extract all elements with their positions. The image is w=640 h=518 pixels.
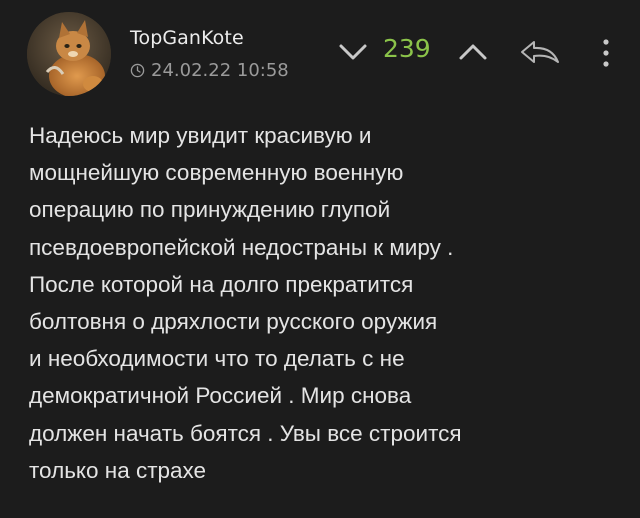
- avatar[interactable]: [27, 12, 111, 96]
- chevron-up-icon[interactable]: [457, 40, 489, 64]
- comment-card: TopGanKote 24.02.22 10:58 239 Надеюсь ми…: [0, 0, 640, 518]
- comment-body-line: демократичной Россией . Мир снова: [29, 383, 412, 409]
- comment-body-line: После которой на долго прекратится: [29, 271, 414, 297]
- comment-body-line: только на страхе: [29, 457, 207, 483]
- author-username[interactable]: TopGanKote: [130, 27, 244, 49]
- comment-header: TopGanKote 24.02.22 10:58 239: [0, 0, 640, 100]
- reply-arrow-icon[interactable]: [518, 36, 562, 68]
- comment-rating: 239: [383, 34, 431, 63]
- timestamp-row: 24.02.22 10:58: [130, 60, 289, 81]
- clock-icon: [130, 63, 145, 78]
- comment-body-line: и необходимости что то делать с не: [29, 346, 405, 372]
- comment-body-line: должен начать боятся . Увы все строится: [29, 420, 462, 446]
- comment-timestamp: 24.02.22 10:58: [151, 60, 289, 81]
- comment-body-line: мощнейшую современную военную: [29, 160, 404, 186]
- more-vertical-icon[interactable]: [596, 36, 616, 70]
- avatar-cat-image: [27, 12, 111, 96]
- comment-body: Надеюсь мир увидит красивую и мощнейшую …: [29, 117, 629, 489]
- comment-body-line: болтовня о дряхлости русского оружия: [29, 309, 438, 335]
- comment-body-line: псевдоевропейской недостраны к миру .: [29, 234, 454, 260]
- comment-body-line: Надеюсь мир увидит красивую и: [29, 123, 372, 148]
- comment-body-line: операцию по принуждению глупой: [29, 197, 391, 223]
- chevron-down-icon[interactable]: [338, 40, 368, 64]
